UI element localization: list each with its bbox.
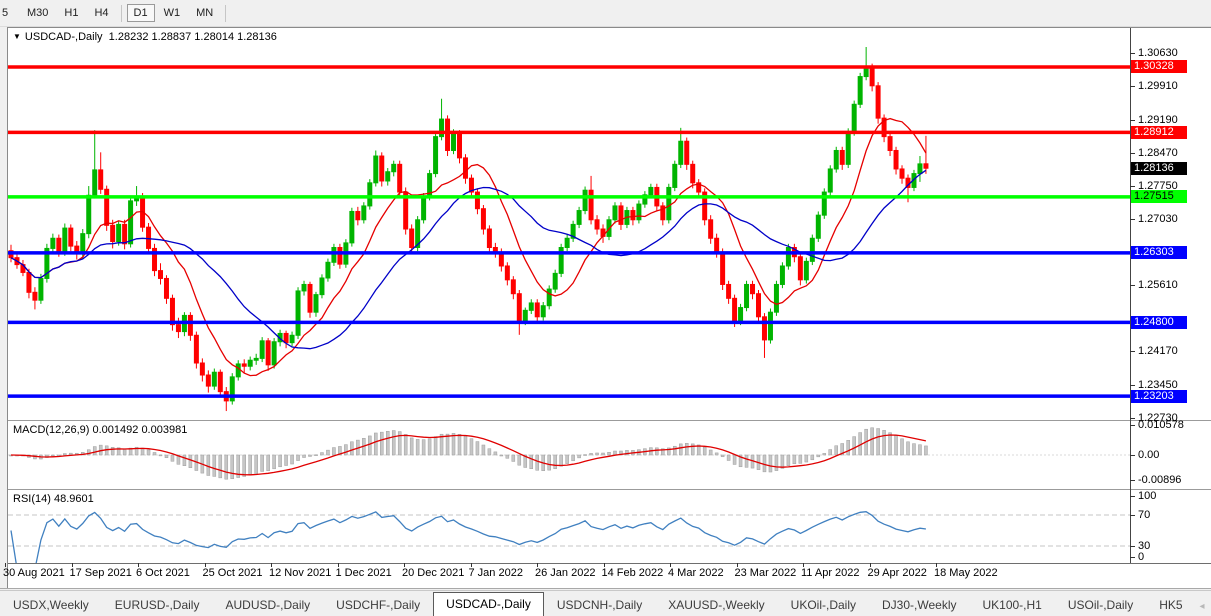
price-badge: 1.23203 [1131, 389, 1187, 403]
date-label: 20 Dec 2021 [402, 567, 465, 579]
timeframe-button-5[interactable]: 5 [1, 4, 18, 22]
candles [8, 46, 929, 412]
chart-tab-hk5[interactable]: HK5 [1146, 594, 1195, 616]
price-badge: 1.28912 [1131, 125, 1187, 139]
rsi-axis-tick [1130, 496, 1135, 497]
timeframe-button-mn[interactable]: MN [189, 4, 220, 22]
date-label: 6 Oct 2021 [136, 567, 190, 579]
chart-tab-ukoil-daily[interactable]: UKOil-,Daily [778, 594, 869, 616]
chart-tab-usdchf-daily[interactable]: USDCHF-,Daily [323, 594, 433, 616]
toolbar-separator [120, 4, 122, 22]
rsi-axis-tick [1130, 546, 1135, 547]
window-bottom-border [0, 588, 1211, 589]
rsi-axis-label: 70 [1138, 509, 1151, 521]
rsi-indicator-panel[interactable] [8, 490, 1130, 563]
rsi-axis-tick [1130, 515, 1135, 516]
macd-main-value: 0.001492 [92, 424, 139, 436]
price-badge: 1.24800 [1131, 315, 1187, 329]
chart-tab-bar: USDX,Weekly EURUSD-,Daily AUDUSD-,Daily USD… [0, 590, 1211, 616]
price-tick [1130, 186, 1135, 188]
price-tick [1130, 86, 1135, 88]
mt4-window: 5 M30 H1 H4 D1 W1 MN ▼ USDCAD-,Daily 1.28232 1.… [0, 0, 1211, 616]
toolbar-separator [225, 4, 227, 22]
macd-signal-value: 0.003981 [141, 424, 188, 436]
chart-tab-dj30-weekly[interactable]: DJ30-,Weekly [869, 594, 969, 616]
price-tick [1130, 119, 1135, 121]
date-label: 7 Jan 2022 [468, 567, 523, 579]
rsi-axis-tick [1130, 557, 1135, 558]
macd-axis-tick [1130, 480, 1135, 482]
chart-tab-xauusd-weekly[interactable]: XAUUSD-,Weekly [655, 594, 777, 616]
macd-axis-tick [1130, 455, 1135, 456]
rsi-axis-label: 0 [1138, 551, 1145, 563]
price-axis-line [1130, 28, 1131, 563]
date-label: 14 Feb 2022 [601, 567, 664, 579]
timeframe-button-h1[interactable]: H1 [57, 4, 85, 22]
date-label: 1 Dec 2021 [335, 567, 392, 579]
date-label: 23 Mar 2022 [734, 567, 797, 579]
date-label: 26 Jan 2022 [535, 567, 596, 579]
chart-tab-usdx-weekly[interactable]: USDX,Weekly [0, 594, 102, 616]
rsi-label: RSI(14) 48.9601 [13, 493, 94, 505]
chart-tab-eurusd-daily[interactable]: EURUSD-,Daily [102, 594, 213, 616]
price-badge: 1.30328 [1131, 60, 1187, 74]
chart-tab-usdcnh-daily[interactable]: USDCNH-,Daily [544, 594, 655, 616]
macd-axis-label: 0.010578 [1138, 419, 1184, 431]
date-label: 30 Aug 2021 [3, 567, 65, 579]
price-tick [1130, 219, 1135, 221]
date-label: 4 Mar 2022 [668, 567, 724, 579]
date-label: 12 Nov 2021 [269, 567, 332, 579]
price-tick-label: 1.29910 [1138, 80, 1178, 93]
rsi-line [10, 511, 926, 563]
price-badge: 1.28136 [1131, 161, 1187, 175]
price-tick [1130, 284, 1135, 286]
price-tick [1130, 53, 1135, 54]
price-tick-label: 1.24170 [1138, 345, 1178, 358]
date-label: 29 Apr 2022 [867, 567, 927, 579]
date-label: 18 May 2022 [934, 567, 998, 579]
price-tick [1130, 152, 1135, 154]
chart-tab-audusd-daily[interactable]: AUDUSD-,Daily [212, 594, 323, 616]
chart-bottom-axis-line [8, 563, 1211, 564]
timeframe-button-m30[interactable]: M30 [20, 4, 55, 22]
timeframe-button-d1[interactable]: D1 [126, 4, 155, 22]
chart-tab-usoil-daily[interactable]: USOil-,Daily [1055, 594, 1146, 616]
chart-tab-uk100-h1[interactable]: UK100-,H1 [969, 594, 1054, 616]
date-label: 11 Apr 2022 [801, 567, 860, 579]
price-badge: 1.27515 [1131, 190, 1187, 204]
price-badge: 1.26303 [1131, 246, 1187, 260]
date-label: 25 Oct 2021 [202, 567, 263, 579]
price-tick [1130, 417, 1135, 419]
tab-scroll-left-icon[interactable]: ◂ [1196, 596, 1209, 616]
macd-axis-label: 0.00 [1138, 449, 1160, 461]
price-tick-label: 1.29190 [1138, 113, 1178, 126]
price-tick [1130, 351, 1135, 353]
timeframe-button-h4[interactable]: H4 [87, 4, 115, 22]
price-tick-label: 1.28470 [1138, 146, 1178, 159]
main-price-chart[interactable] [8, 28, 1130, 420]
macd-axis-label: -0.00896 [1138, 474, 1182, 487]
price-tick [1130, 384, 1135, 386]
timeframe-button-w1[interactable]: W1 [157, 4, 188, 22]
price-tick-label: 1.25610 [1138, 278, 1178, 291]
chart-tab-usdcad-daily[interactable]: USDCAD-,Daily [433, 592, 544, 616]
level-lines [8, 65, 1130, 398]
macd-axis-tick [1130, 425, 1135, 426]
price-tick-label: 1.27030 [1138, 213, 1178, 226]
macd-label: MACD(12,26,9) 0.001492 0.003981 [13, 424, 188, 436]
rsi-value: 48.9601 [53, 493, 94, 505]
rsi-axis-label: 100 [1138, 490, 1157, 502]
date-label: 17 Sep 2021 [69, 567, 132, 579]
price-tick-label: 1.30630 [1138, 47, 1178, 59]
timeframe-toolbar: 5 M30 H1 H4 D1 W1 MN [0, 0, 1211, 27]
